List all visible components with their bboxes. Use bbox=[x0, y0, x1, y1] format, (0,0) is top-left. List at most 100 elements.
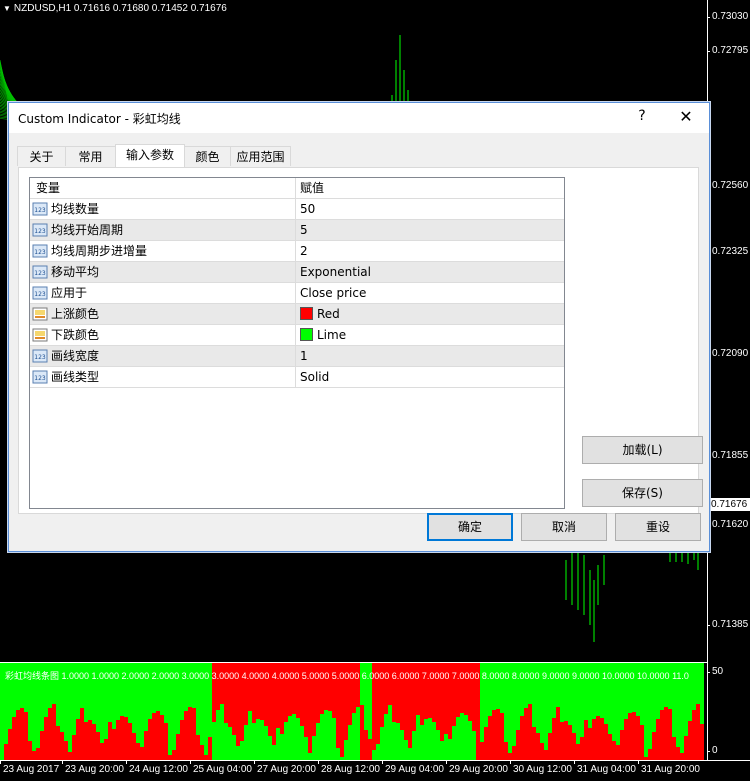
svg-text:123: 123 bbox=[34, 270, 46, 277]
svg-text:123: 123 bbox=[34, 375, 46, 382]
param-row[interactable]: 下跌颜色 Lime bbox=[30, 325, 564, 346]
time-tick: 27 Aug 20:00 bbox=[254, 760, 316, 775]
price-scale[interactable]: 0.73030 0.72795 0.72560 0.72325 0.72090 0.718… bbox=[706, 0, 750, 662]
param-name-label: 均线周期步进增量 bbox=[51, 244, 148, 258]
param-name-label: 移动平均 bbox=[51, 265, 100, 279]
time-tick: 25 Aug 04:00 bbox=[190, 760, 252, 775]
indicator-scale-bottom: 0 bbox=[707, 745, 718, 756]
int-icon: 123 bbox=[32, 349, 48, 363]
param-value-text: Lime bbox=[317, 328, 347, 342]
time-tick: 28 Aug 12:00 bbox=[318, 760, 380, 775]
param-value[interactable]: Red bbox=[297, 304, 564, 324]
svg-text:123: 123 bbox=[34, 249, 46, 256]
tab-visualization[interactable]: 应用范围 bbox=[230, 146, 291, 166]
color-swatch bbox=[300, 307, 313, 320]
param-value-text: Solid bbox=[300, 370, 330, 384]
param-name: 123 应用于 bbox=[30, 283, 296, 303]
param-name: 123 移动平均 bbox=[30, 262, 296, 282]
time-tick: 31 Aug 20:00 bbox=[638, 760, 700, 775]
param-name: 下跌颜色 bbox=[30, 325, 296, 345]
indicator-scale: 50 0 bbox=[706, 662, 750, 760]
price-tick: 0.71620 bbox=[706, 519, 749, 530]
column-header-variable[interactable]: 变量 bbox=[30, 178, 296, 198]
current-price-label: 0.71676 bbox=[708, 498, 750, 511]
indicator-subwindow[interactable]: 彩虹均线条图 1.0000 1.0000 2.0000 2.0000 3.000… bbox=[0, 662, 707, 761]
svg-text:123: 123 bbox=[34, 228, 46, 235]
time-tick: 23 Aug 20:00 bbox=[62, 760, 124, 775]
param-value-text: 50 bbox=[300, 202, 316, 216]
param-value[interactable]: Exponential bbox=[297, 262, 564, 282]
save-button[interactable]: 保存(S) bbox=[582, 479, 703, 507]
reset-button[interactable]: 重设 bbox=[615, 513, 701, 541]
price-tick: 0.72795 bbox=[706, 45, 749, 56]
custom-indicator-dialog[interactable]: Custom Indicator - 彩虹均线 ? ✕ 关于 常用 输入参数 颜… bbox=[8, 102, 710, 552]
int-icon: 123 bbox=[32, 370, 48, 384]
svg-text:123: 123 bbox=[34, 291, 46, 298]
param-value-text: 2 bbox=[300, 244, 308, 258]
param-row[interactable]: 123 均线周期步进增量 2 bbox=[30, 241, 564, 262]
cancel-button[interactable]: 取消 bbox=[521, 513, 607, 541]
int-icon: 123 bbox=[32, 244, 48, 258]
param-value[interactable]: Lime bbox=[297, 325, 564, 345]
parameters-grid[interactable]: 变量 赋值 123 均线数量 50 123 均线开始周期 5 123 均线周期步进增量 2 123… bbox=[29, 177, 565, 509]
color-icon bbox=[32, 328, 48, 342]
tab-inputs[interactable]: 输入参数 bbox=[115, 144, 185, 167]
color-swatch bbox=[300, 328, 313, 341]
dialog-title: Custom Indicator - 彩虹均线 bbox=[18, 112, 181, 126]
tab-about[interactable]: 关于 bbox=[17, 146, 66, 166]
time-tick: 31 Aug 04:00 bbox=[574, 760, 636, 775]
param-name-label: 均线数量 bbox=[51, 202, 100, 216]
color-icon bbox=[32, 307, 48, 321]
price-tick: 0.71855 bbox=[706, 450, 749, 461]
param-name-label: 下跌颜色 bbox=[51, 328, 100, 342]
param-row[interactable]: 123 均线数量 50 bbox=[30, 199, 564, 220]
param-name: 123 画线宽度 bbox=[30, 346, 296, 366]
tab-colors[interactable]: 颜色 bbox=[184, 146, 231, 166]
param-name: 123 画线类型 bbox=[30, 367, 296, 387]
inputs-panel: 变量 赋值 123 均线数量 50 123 均线开始周期 5 123 均线周期步进增量 2 123… bbox=[18, 167, 703, 514]
price-tick: 0.72325 bbox=[706, 246, 749, 257]
param-value-text: 1 bbox=[300, 349, 308, 363]
param-value-text: Exponential bbox=[300, 265, 371, 279]
param-value[interactable]: 50 bbox=[297, 199, 564, 219]
param-value[interactable]: Solid bbox=[297, 367, 564, 387]
time-tick: 29 Aug 04:00 bbox=[382, 760, 444, 775]
svg-text:123: 123 bbox=[34, 207, 46, 214]
param-row[interactable]: 123 移动平均 Exponential bbox=[30, 262, 564, 283]
param-value[interactable]: 2 bbox=[297, 241, 564, 261]
time-tick: 30 Aug 12:00 bbox=[510, 760, 572, 775]
param-name: 上涨颜色 bbox=[30, 304, 296, 324]
int-icon: 123 bbox=[32, 265, 48, 279]
int-icon: 123 bbox=[32, 223, 48, 237]
param-row[interactable]: 123 画线宽度 1 bbox=[30, 346, 564, 367]
param-value[interactable]: Close price bbox=[297, 283, 564, 303]
price-tick: 0.73030 bbox=[706, 11, 749, 22]
param-value-text: Close price bbox=[300, 286, 367, 300]
param-value[interactable]: 5 bbox=[297, 220, 564, 240]
help-icon[interactable]: ? bbox=[635, 108, 649, 126]
int-icon: 123 bbox=[32, 286, 48, 300]
param-name: 123 均线开始周期 bbox=[30, 220, 296, 240]
param-name: 123 均线数量 bbox=[30, 199, 296, 219]
param-name-label: 画线类型 bbox=[51, 370, 100, 384]
tab-common[interactable]: 常用 bbox=[65, 146, 116, 166]
load-button[interactable]: 加载(L) bbox=[582, 436, 703, 464]
param-row[interactable]: 123 应用于 Close price bbox=[30, 283, 564, 304]
param-name-label: 画线宽度 bbox=[51, 349, 100, 363]
price-tick: 0.71385 bbox=[706, 619, 749, 630]
indicator-label: 彩虹均线条图 1.0000 1.0000 2.0000 2.0000 3.000… bbox=[5, 671, 689, 681]
ok-button[interactable]: 确定 bbox=[427, 513, 513, 541]
price-tick: 0.72560 bbox=[706, 180, 749, 191]
param-name-label: 均线开始周期 bbox=[51, 223, 124, 237]
column-header-value[interactable]: 赋值 bbox=[297, 178, 564, 198]
dialog-titlebar[interactable]: Custom Indicator - 彩虹均线 ? ✕ bbox=[9, 103, 709, 133]
param-value[interactable]: 1 bbox=[297, 346, 564, 366]
param-row[interactable]: 123 画线类型 Solid bbox=[30, 367, 564, 388]
close-icon[interactable]: ✕ bbox=[677, 107, 695, 127]
time-tick: 29 Aug 20:00 bbox=[446, 760, 508, 775]
param-row[interactable]: 123 均线开始周期 5 bbox=[30, 220, 564, 241]
time-axis: 23 Aug 2017 23 Aug 20:00 24 Aug 12:00 25… bbox=[0, 760, 750, 781]
time-tick: 24 Aug 12:00 bbox=[126, 760, 188, 775]
param-row[interactable]: 上涨颜色 Red bbox=[30, 304, 564, 325]
grid-header: 变量 赋值 bbox=[30, 178, 564, 199]
